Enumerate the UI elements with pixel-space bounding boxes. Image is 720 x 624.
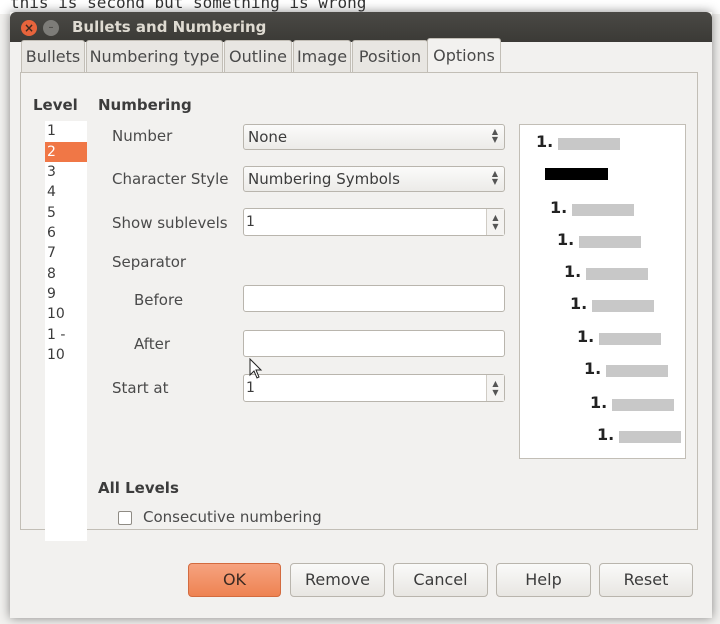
reset-button[interactable]: Reset — [599, 563, 693, 597]
spin-arrows-icon[interactable]: ▲ ▼ — [486, 209, 504, 235]
cancel-button[interactable]: Cancel — [393, 563, 488, 597]
close-icon[interactable]: × — [21, 20, 37, 36]
level-item[interactable]: 6 — [45, 223, 87, 243]
consecutive-numbering-label[interactable]: Consecutive numbering — [143, 508, 322, 526]
preview-number: 1. — [590, 393, 608, 412]
preview-number: 1. — [557, 230, 575, 249]
mouse-cursor-icon — [249, 358, 263, 379]
start-at-label: Start at — [112, 379, 169, 397]
preview-number: 1. — [550, 198, 568, 217]
preview-number: 1. — [584, 359, 602, 378]
remove-button[interactable]: Remove — [290, 563, 385, 597]
tab-numbering-type[interactable]: Numbering type — [86, 40, 223, 72]
level-item[interactable]: 1 - 10 — [45, 325, 87, 363]
level-list[interactable]: 1 2 3 4 5 6 7 8 9 10 1 - 10 — [45, 121, 87, 541]
preview-number: 1. — [570, 294, 588, 313]
before-input[interactable] — [243, 285, 505, 312]
start-at-value: 1 — [246, 380, 255, 396]
level-item[interactable]: 4 — [45, 182, 87, 202]
preview-selected-bar — [545, 168, 608, 180]
character-style-select[interactable]: Numbering Symbols ▲ ▼ — [243, 166, 505, 192]
consecutive-numbering-checkbox[interactable] — [118, 511, 132, 525]
level-item[interactable]: 1 — [45, 121, 87, 141]
preview-bar — [558, 138, 620, 150]
show-sublevels-label: Show sublevels — [112, 214, 228, 232]
number-select[interactable]: None ▲ ▼ — [243, 124, 505, 150]
tab-outline[interactable]: Outline — [224, 40, 292, 72]
preview-number: 1. — [597, 425, 615, 444]
preview-number: 1. — [564, 262, 582, 281]
minimize-icon[interactable]: – — [43, 20, 59, 36]
number-value: None — [248, 128, 288, 146]
before-label: Before — [134, 291, 184, 309]
spin-arrows-icon[interactable]: ▲ ▼ — [486, 375, 504, 401]
preview-bar — [586, 268, 648, 280]
preview-bar — [619, 431, 681, 443]
level-heading: Level — [33, 96, 78, 114]
ok-button[interactable]: OK — [188, 563, 281, 597]
preview-number: 1. — [577, 327, 595, 346]
separator-label: Separator — [112, 253, 187, 271]
tab-bullets[interactable]: Bullets — [21, 40, 85, 72]
show-sublevels-spinner[interactable]: 1 ▲ ▼ — [243, 208, 505, 236]
help-button[interactable]: Help — [496, 563, 591, 597]
level-item[interactable]: 5 — [45, 203, 87, 223]
tab-options[interactable]: Options — [427, 38, 501, 72]
number-label: Number — [112, 127, 173, 145]
level-item[interactable]: 8 — [45, 264, 87, 284]
character-style-label: Character Style — [112, 170, 229, 188]
level-item-selected[interactable]: 2 — [45, 142, 87, 162]
level-item[interactable]: 9 — [45, 284, 87, 304]
background-text: this is second but something is wrong — [10, 0, 367, 12]
preview-bar — [606, 365, 668, 377]
after-label: After — [134, 335, 171, 353]
character-style-value: Numbering Symbols — [248, 170, 400, 188]
level-item[interactable]: 7 — [45, 243, 87, 263]
tab-image[interactable]: Image — [293, 40, 351, 72]
preview-bar — [592, 300, 654, 312]
tab-position[interactable]: Position — [352, 40, 428, 72]
numbering-heading: Numbering — [98, 96, 192, 114]
spinner-arrows-icon: ▲ ▼ — [491, 169, 498, 186]
preview-bar — [572, 204, 634, 216]
show-sublevels-value: 1 — [246, 214, 255, 230]
after-input[interactable] — [243, 330, 505, 357]
preview-bar — [599, 333, 661, 345]
level-item[interactable]: 3 — [45, 162, 87, 182]
preview-bar — [612, 399, 674, 411]
start-at-spinner[interactable]: 1 ▲ ▼ — [243, 374, 505, 402]
spinner-arrows-icon: ▲ ▼ — [491, 127, 498, 144]
preview-number: 1. — [536, 132, 554, 151]
preview-bar — [579, 236, 641, 248]
window-title: Bullets and Numbering — [72, 18, 267, 36]
title-bar: × – Bullets and Numbering — [10, 12, 712, 42]
level-item[interactable]: 10 — [45, 304, 87, 324]
all-levels-heading: All Levels — [98, 479, 179, 497]
